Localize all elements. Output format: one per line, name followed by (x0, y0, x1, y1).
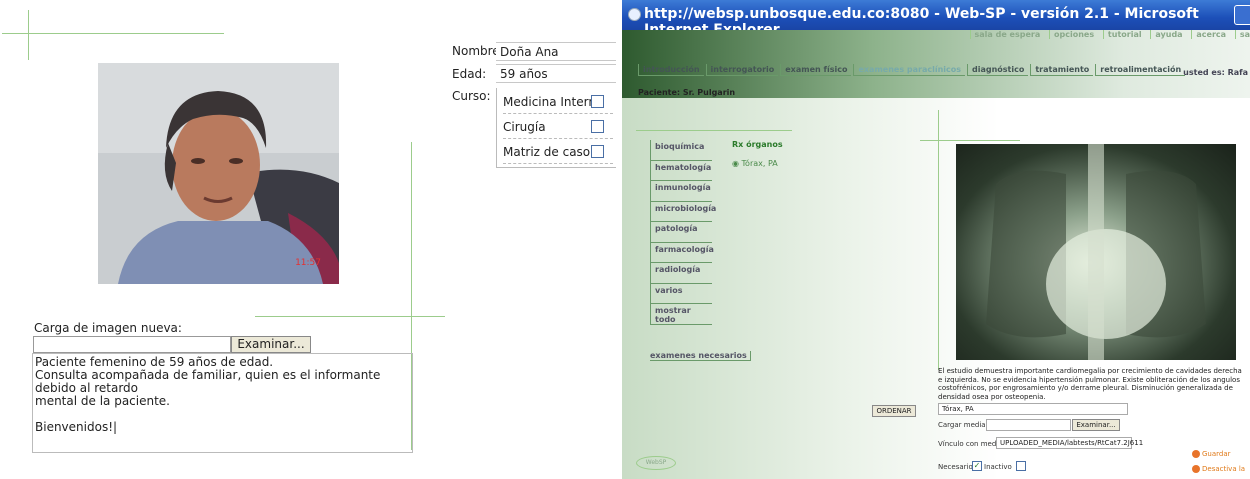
patient-photo: 11:57 (98, 63, 339, 284)
tab-examenes-paraclinicos[interactable]: examenes paraclínicos (853, 64, 965, 76)
top-link[interactable]: sala de espera (969, 30, 1041, 39)
xray-report: El estudio demuestra importante cardiome… (938, 367, 1242, 401)
tab-examen-fisico[interactable]: examen físico (780, 64, 852, 76)
curso-checkbox-cirugia[interactable] (591, 120, 604, 133)
curso-option-label: Cirugía (503, 119, 546, 134)
sidebar-item-patologia[interactable]: patología (650, 222, 712, 243)
nombre-field[interactable]: Doña Ana (496, 42, 616, 61)
guardar-label: Guardar (1202, 450, 1231, 458)
ie-content: sala de espera opciones tutorial ayuda a… (622, 30, 1250, 479)
sidebar-item-microbiologia[interactable]: microbiología (650, 201, 716, 222)
tab-interrogatorio[interactable]: interrogatorio (705, 64, 779, 76)
websp-logo: WebSP (636, 456, 676, 470)
necesario-label: Necesario (938, 463, 973, 471)
top-link[interactable]: sa (1234, 30, 1250, 39)
curso-option-label: Matriz de caso (503, 144, 591, 159)
cargar-media-input[interactable] (986, 419, 1071, 431)
curso-checkbox-medicina-interna[interactable] (591, 95, 604, 108)
inactivo-label: Inactivo (984, 463, 1012, 471)
logo-text: WebSP (645, 459, 667, 466)
decor-line (920, 140, 1020, 141)
ordenar-button[interactable]: ORDENAR (872, 405, 916, 417)
desactivar-label: Desactiva la (1202, 465, 1246, 473)
ie-globe-icon (628, 8, 641, 21)
sidebar-item-varios[interactable]: varios (650, 283, 712, 304)
inactivo-checkbox[interactable] (1016, 461, 1026, 471)
decor-line (938, 110, 939, 370)
deactivate-icon (1192, 465, 1200, 473)
nav-tabs: introducción interrogatorio examen físic… (638, 64, 1187, 76)
decor-line (636, 130, 792, 131)
edad-label: Edad: (452, 67, 487, 81)
description-textarea[interactable]: Paciente femenino de 59 años de edad. Co… (32, 353, 413, 453)
rx-item[interactable]: ◉ Tórax, PA (732, 159, 783, 168)
curso-checkbox-matriz-de-caso[interactable] (591, 145, 604, 158)
decor-line (255, 316, 445, 317)
necesario-checkbox[interactable]: ✓ (972, 461, 982, 471)
sidebar-item-inmunologia[interactable]: inmunología (650, 181, 712, 202)
minimize-button[interactable] (1234, 5, 1250, 25)
bullet-icon: ◉ (732, 159, 742, 168)
tab-tratamiento[interactable]: tratamiento (1030, 64, 1094, 76)
patient-photo-illustration (98, 63, 339, 284)
tab-retroalimentacion[interactable]: retroalimentación (1095, 64, 1186, 76)
guardar-link[interactable]: Guardar (1192, 450, 1231, 458)
edad-field[interactable]: 59 años (496, 64, 616, 83)
vinculo-field[interactable]: UPLOADED_MEDIA/labtests/RtCat7.2J611 (996, 437, 1143, 449)
decor-line (28, 10, 29, 60)
tab-diagnostico[interactable]: diagnóstico (967, 64, 1029, 76)
decor-line (2, 33, 224, 34)
cargar-media-label: Cargar media: (938, 421, 988, 429)
user-label: usted es: Rafa (1183, 68, 1248, 77)
top-link[interactable]: acerca (1191, 30, 1227, 39)
media-name-field[interactable]: Tórax, PA (938, 403, 1128, 415)
sidebar-menu: bioquímica hematología inmunología micro… (650, 140, 720, 325)
ie-titlebar: http://websp.unbosque.edu.co:8080 - Web-… (622, 0, 1250, 38)
photo-timestamp: 11:57 (295, 258, 321, 268)
top-link[interactable]: opciones (1049, 30, 1095, 39)
rx-item-label: Tórax, PA (741, 159, 778, 168)
xray-illustration (986, 144, 1206, 360)
vinculo-label: Vínculo con media: (938, 440, 1005, 448)
top-link[interactable]: ayuda (1150, 30, 1183, 39)
desactivar-link[interactable]: Desactiva la (1192, 465, 1245, 473)
ie-window: http://websp.unbosque.edu.co:8080 - Web-… (622, 0, 1250, 479)
rx-header: Rx órganos (732, 140, 783, 149)
sidebar-item-mostrar-todo[interactable]: mostrar todo (650, 304, 712, 325)
examinar-media-button[interactable]: Examinar... (1072, 419, 1120, 431)
curso-checkbox-group: Medicina Interna Cirugía Matriz de caso (496, 88, 616, 168)
carga-imagen-label: Carga de imagen nueva: (34, 321, 182, 335)
curso-label: Curso: (452, 89, 491, 103)
patient-label: Paciente: Sr. Pulgarin (638, 88, 736, 97)
tab-introduccion[interactable]: introducción (638, 64, 704, 76)
file-path-input[interactable] (33, 336, 231, 353)
sidebar-item-radiologia[interactable]: radiología (650, 263, 712, 284)
examenes-necesarios-link[interactable]: examenes necesarios (650, 351, 751, 361)
top-links: sala de espera opciones tutorial ayuda a… (964, 30, 1250, 39)
sidebar-item-farmacologia[interactable]: farmacología (650, 242, 714, 263)
examinar-button[interactable]: Examinar... (231, 336, 311, 353)
sidebar-item-bioquimica[interactable]: bioquímica (650, 140, 712, 161)
curso-option-label: Medicina Interna (503, 94, 604, 109)
top-link[interactable]: tutorial (1102, 30, 1142, 39)
rx-column: Rx órganos ◉ Tórax, PA (732, 140, 783, 168)
xray-image (956, 144, 1236, 360)
sidebar-item-hematologia[interactable]: hematología (650, 160, 712, 181)
save-icon (1192, 450, 1200, 458)
